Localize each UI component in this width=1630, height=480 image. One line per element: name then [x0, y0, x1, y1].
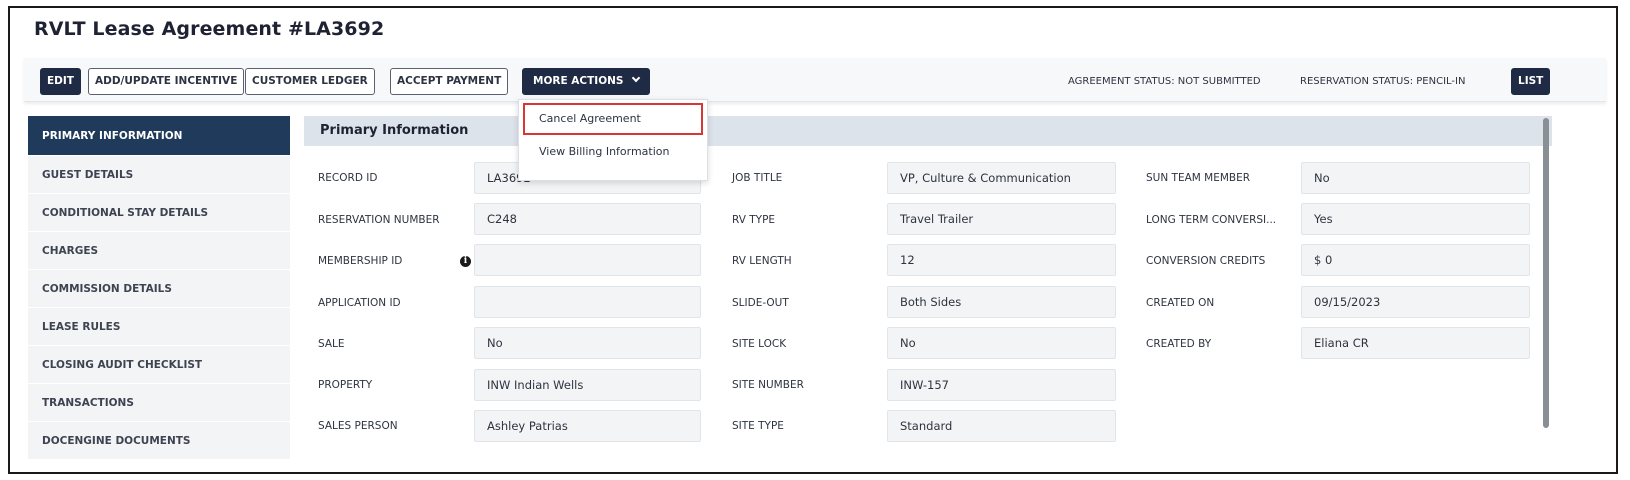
title-bar: RVLT Lease Agreement #LA3692 [10, 8, 1616, 52]
view-billing-information-menu-item[interactable]: View Billing Information [523, 136, 703, 168]
sidebar-item-commission-details[interactable]: COMMISSION DETAILS [28, 270, 290, 308]
field-label: RV TYPE [732, 214, 776, 226]
rv-length-field[interactable]: 12 [887, 244, 1116, 276]
site-number-field[interactable]: INW-157 [887, 369, 1116, 401]
more-actions-dropdown: Cancel Agreement View Billing Informatio… [518, 99, 708, 181]
conversion-credits-field[interactable]: $ 0 [1301, 244, 1530, 276]
sidebar-item-primary-information[interactable]: PRIMARY INFORMATION [28, 116, 290, 156]
field-label: APPLICATION ID [318, 297, 401, 309]
agreement-status: AGREEMENT STATUS: NOT SUBMITTED [1068, 76, 1261, 87]
page-title: RVLT Lease Agreement #LA3692 [34, 18, 385, 40]
field-label: PROPERTY [318, 379, 373, 391]
add-update-incentive-button[interactable]: ADD/UPDATE INCENTIVE [88, 68, 245, 95]
created-on-field[interactable]: 09/15/2023 [1301, 286, 1530, 318]
panel-title: Primary Information [304, 116, 1552, 146]
edit-button[interactable]: EDIT [40, 68, 81, 95]
sidebar-item-guest-details[interactable]: GUEST DETAILS [28, 156, 290, 194]
accept-payment-button[interactable]: ACCEPT PAYMENT [390, 68, 509, 95]
sidebar-item-conditional-stay-details[interactable]: CONDITIONAL STAY DETAILS [28, 194, 290, 232]
field-label: LONG TERM CONVERSI... [1146, 214, 1277, 226]
sidebar-item-docengine-documents[interactable]: DOCENGINE DOCUMENTS [28, 422, 290, 460]
sidebar-item-closing-audit-checklist[interactable]: CLOSING AUDIT CHECKLIST [28, 346, 290, 384]
more-actions-label: MORE ACTIONS [533, 75, 624, 87]
info-icon[interactable]: i [460, 256, 471, 267]
reservation-status: RESERVATION STATUS: PENCIL-IN [1300, 76, 1466, 87]
created-by-field[interactable]: Eliana CR [1301, 327, 1530, 359]
field-label: SITE LOCK [732, 338, 787, 350]
primary-information-panel: Primary Information RECORD ID LA3692 RES… [304, 116, 1552, 472]
membership-id-field[interactable] [474, 244, 701, 276]
action-toolbar: EDIT ADD/UPDATE INCENTIVE CUSTOMER LEDGE… [24, 58, 1606, 102]
slide-out-field[interactable]: Both Sides [887, 286, 1116, 318]
field-label: MEMBERSHIP ID [318, 255, 403, 267]
field-label: CREATED ON [1146, 297, 1215, 309]
reservation-number-field[interactable]: C248 [474, 203, 701, 235]
field-label: CONVERSION CREDITS [1146, 255, 1266, 267]
field-label: RESERVATION NUMBER [318, 214, 440, 226]
sales-person-field[interactable]: Ashley Patrias [474, 410, 701, 442]
chevron-down-icon [632, 73, 641, 83]
site-type-field[interactable]: Standard [887, 410, 1116, 442]
property-field[interactable]: INW Indian Wells [474, 369, 701, 401]
sale-field[interactable]: No [474, 327, 701, 359]
sun-team-member-field[interactable]: No [1301, 162, 1530, 194]
more-actions-button[interactable]: MORE ACTIONS [522, 68, 651, 95]
field-label: SLIDE-OUT [732, 297, 789, 309]
field-label: CREATED BY [1146, 338, 1212, 350]
sidebar-nav: PRIMARY INFORMATION GUEST DETAILS CONDIT… [28, 116, 290, 460]
long-term-conversion-field[interactable]: Yes [1301, 203, 1530, 235]
field-label: SALES PERSON [318, 420, 398, 432]
field-label: RV LENGTH [732, 255, 792, 267]
field-label: RECORD ID [318, 172, 378, 184]
cancel-agreement-menu-item[interactable]: Cancel Agreement [523, 103, 703, 135]
field-label: JOB TITLE [732, 172, 783, 184]
sidebar-item-charges[interactable]: CHARGES [28, 232, 290, 270]
customer-ledger-button[interactable]: CUSTOMER LEDGER [245, 68, 375, 95]
app-window: RVLT Lease Agreement #LA3692 EDIT ADD/UP… [8, 6, 1618, 474]
vertical-scrollbar[interactable] [1543, 118, 1549, 428]
sidebar-item-transactions[interactable]: TRANSACTIONS [28, 384, 290, 422]
application-id-field[interactable] [474, 286, 701, 318]
sidebar-item-lease-rules[interactable]: LEASE RULES [28, 308, 290, 346]
field-label: SITE NUMBER [732, 379, 804, 391]
site-lock-field[interactable]: No [887, 327, 1116, 359]
field-label: SUN TEAM MEMBER [1146, 172, 1251, 184]
job-title-field[interactable]: VP, Culture & Communication [887, 162, 1116, 194]
rv-type-field[interactable]: Travel Trailer [887, 203, 1116, 235]
field-label: SITE TYPE [732, 420, 784, 432]
field-label: SALE [318, 338, 345, 350]
list-button[interactable]: LIST [1511, 68, 1551, 95]
